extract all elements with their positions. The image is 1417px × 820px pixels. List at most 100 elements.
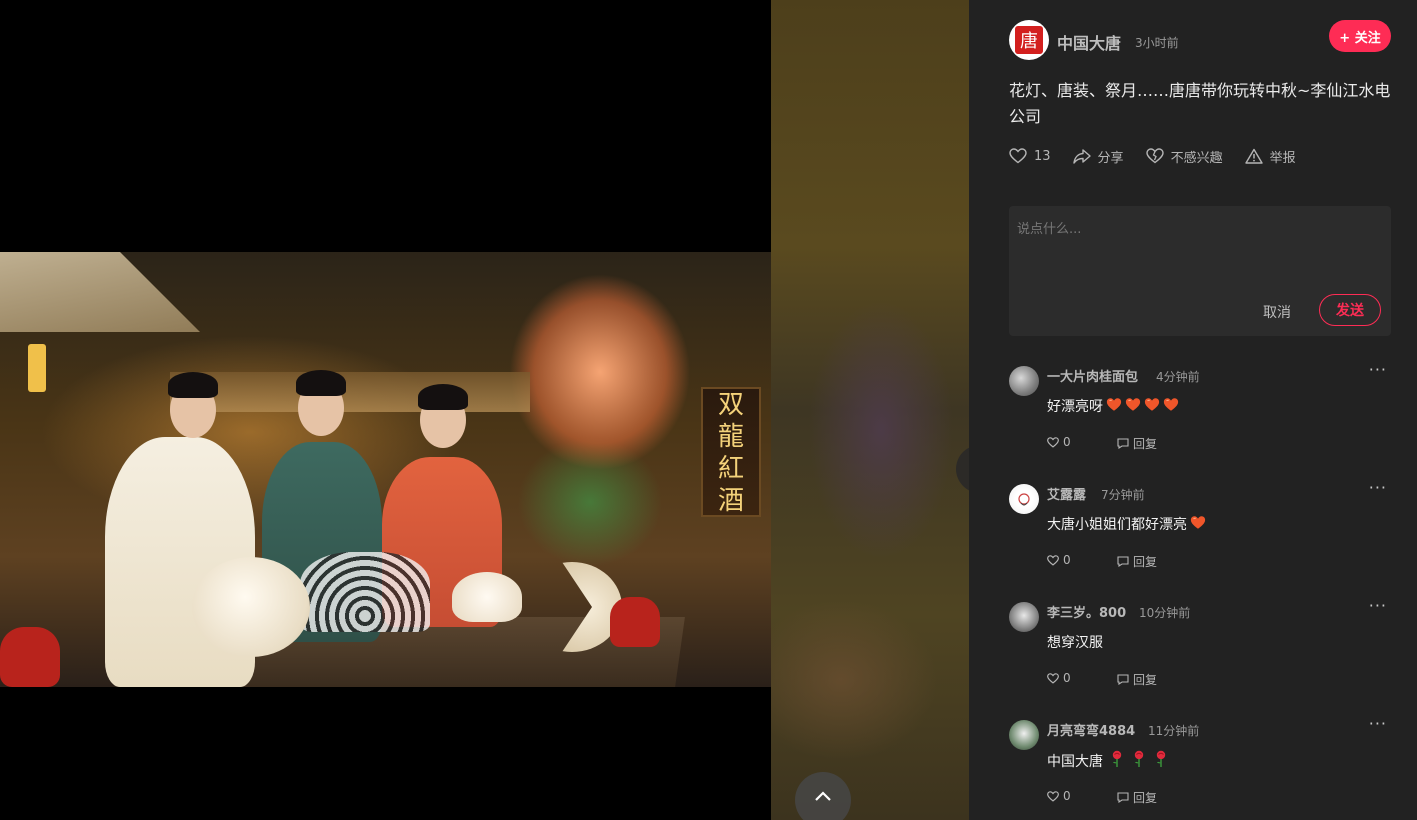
comment-text: 想穿汉服 [1047,632,1103,652]
reply-label: 回复 [1133,555,1158,569]
more-icon[interactable]: ··· [1369,360,1387,379]
reply-icon [1117,556,1129,567]
blurred-background [771,0,969,820]
shop-sign: 双 龍 紅 酒 [701,387,761,517]
not-interested-button[interactable]: 不感兴趣 [1145,147,1223,166]
roof-eave-scene [170,372,530,412]
comment-like-count: 0 [1063,789,1071,803]
rose-emoji-icon [1111,750,1125,768]
comment-item: 一大片肉桂面包 4分钟前 ··· 好漂亮呀 0 回复 [1009,360,1391,466]
reply-label: 回复 [1133,673,1158,687]
heart-icon [1047,554,1059,566]
heart-emoji-icon [1125,397,1141,413]
lotus-lantern [452,572,522,622]
comment-item: 月亮弯弯4884 11分钟前 ··· 中国大唐 0 回复 [1009,714,1391,820]
person-hair [168,372,218,398]
comment-like-button[interactable]: 0 [1047,553,1071,567]
heart-icon [1047,790,1059,802]
report-label: 举报 [1269,150,1296,166]
rose-emoji-icon [1155,750,1169,768]
video-player[interactable]: 双 龍 紅 酒 [0,0,771,820]
person-hair [418,384,468,410]
wine-jar [610,597,660,647]
comment-username[interactable]: 一大片肉桂面包 [1047,366,1138,385]
avatar[interactable] [1009,366,1039,396]
heart-emoji-icon [1163,397,1179,413]
avatar[interactable] [1009,720,1039,750]
person-hair [296,370,346,396]
comment-text: 好漂亮呀 [1047,396,1179,416]
like-count: 13 [1034,148,1051,164]
comment-body: 想穿汉服 [1047,635,1103,651]
comment-input[interactable]: 说点什么... [1017,218,1377,237]
more-icon[interactable]: ··· [1369,478,1387,497]
comment-username[interactable]: 李三岁。800 [1047,602,1126,621]
heart-emoji-icon [1144,397,1160,413]
reply-icon [1117,792,1129,803]
sign-char: 双 [717,390,744,420]
comment-reply-button[interactable]: 回复 [1117,671,1157,688]
stacked-bowls [300,552,430,632]
broken-heart-icon [1145,148,1164,164]
comment-item: 艾露露 7分钟前 ··· 大唐小姐姐们都好漂亮 0 回复 [1009,478,1391,584]
cancel-button[interactable]: 取消 [1263,302,1291,322]
rose-emoji-icon [1133,750,1147,768]
wine-jar [0,627,60,687]
awning-scene [0,252,200,332]
video-frame[interactable]: 双 龍 紅 酒 [0,252,771,687]
comment-body: 中国大唐 [1047,754,1103,770]
comment-time: 4分钟前 [1156,370,1200,384]
comment-text: 中国大唐 [1047,750,1169,772]
reply-label: 回复 [1133,437,1158,451]
comment-reply-button[interactable]: 回复 [1117,789,1157,806]
not-interested-label: 不感兴趣 [1170,150,1223,166]
emoji-row [1103,397,1179,416]
heart-emoji-icon [1190,515,1206,531]
more-icon[interactable]: ··· [1369,596,1387,615]
comment-username[interactable]: 艾露露 [1047,484,1086,503]
post-title: 花灯、唐装、祭月……唐唐带你玩转中秋~李仙江水电公司 [1009,81,1391,126]
chevron-up-icon [815,791,831,801]
comment-like-button[interactable]: 0 [1047,671,1071,685]
avatar[interactable] [1009,602,1039,632]
comment-reply-button[interactable]: 回复 [1117,435,1157,452]
avatar-art [1018,493,1030,506]
comment-time: 10分钟前 [1139,606,1191,620]
sign-char: 紅 [717,454,744,484]
share-icon [1072,149,1091,164]
send-button[interactable]: 发送 [1319,294,1381,326]
like-button[interactable]: 13 [1009,148,1051,164]
follow-button[interactable]: + 关注 [1329,20,1391,52]
comment-like-count: 0 [1063,553,1071,567]
reply-icon [1117,438,1129,449]
share-label: 分享 [1097,150,1124,166]
comment-body: 大唐小姐姐们都好漂亮 [1047,517,1187,533]
sign-char: 酒 [717,486,744,516]
side-panel: 唐 中国大唐 3小时前 + 关注 花灯、唐装、祭月……唐唐带你玩转中秋~李仙江水… [969,0,1417,820]
comment-like-button[interactable]: 0 [1047,789,1071,803]
comment-text: 大唐小姐姐们都好漂亮 [1047,514,1206,534]
comment-item: 李三岁。800 10分钟前 ··· 想穿汉服 0 回复 [1009,596,1391,702]
comment-time: 11分钟前 [1148,724,1200,738]
heart-emoji-icon [1106,397,1122,413]
comment-like-button[interactable]: 0 [1047,435,1071,449]
hanging-lantern [28,344,46,392]
warning-icon [1244,148,1263,164]
comment-body: 好漂亮呀 [1047,399,1103,415]
report-button[interactable]: 举报 [1244,147,1296,166]
more-icon[interactable]: ··· [1369,714,1387,733]
previous-video-button[interactable] [795,772,851,820]
round-lantern [192,557,310,657]
comment-username[interactable]: 月亮弯弯4884 [1047,720,1135,739]
sign-char: 龍 [717,422,744,452]
author-avatar[interactable]: 唐 [1009,20,1049,60]
reply-icon [1117,674,1129,685]
post-time: 3小时前 [1135,36,1179,50]
reply-label: 回复 [1133,791,1158,805]
author-name[interactable]: 中国大唐 [1057,30,1121,54]
post-actions: 13 分享 不感兴趣 举报 [1009,146,1318,166]
avatar[interactable] [1009,484,1039,514]
share-button[interactable]: 分享 [1072,147,1124,166]
comment-reply-button[interactable]: 回复 [1117,553,1157,570]
emoji-row [1103,750,1169,772]
